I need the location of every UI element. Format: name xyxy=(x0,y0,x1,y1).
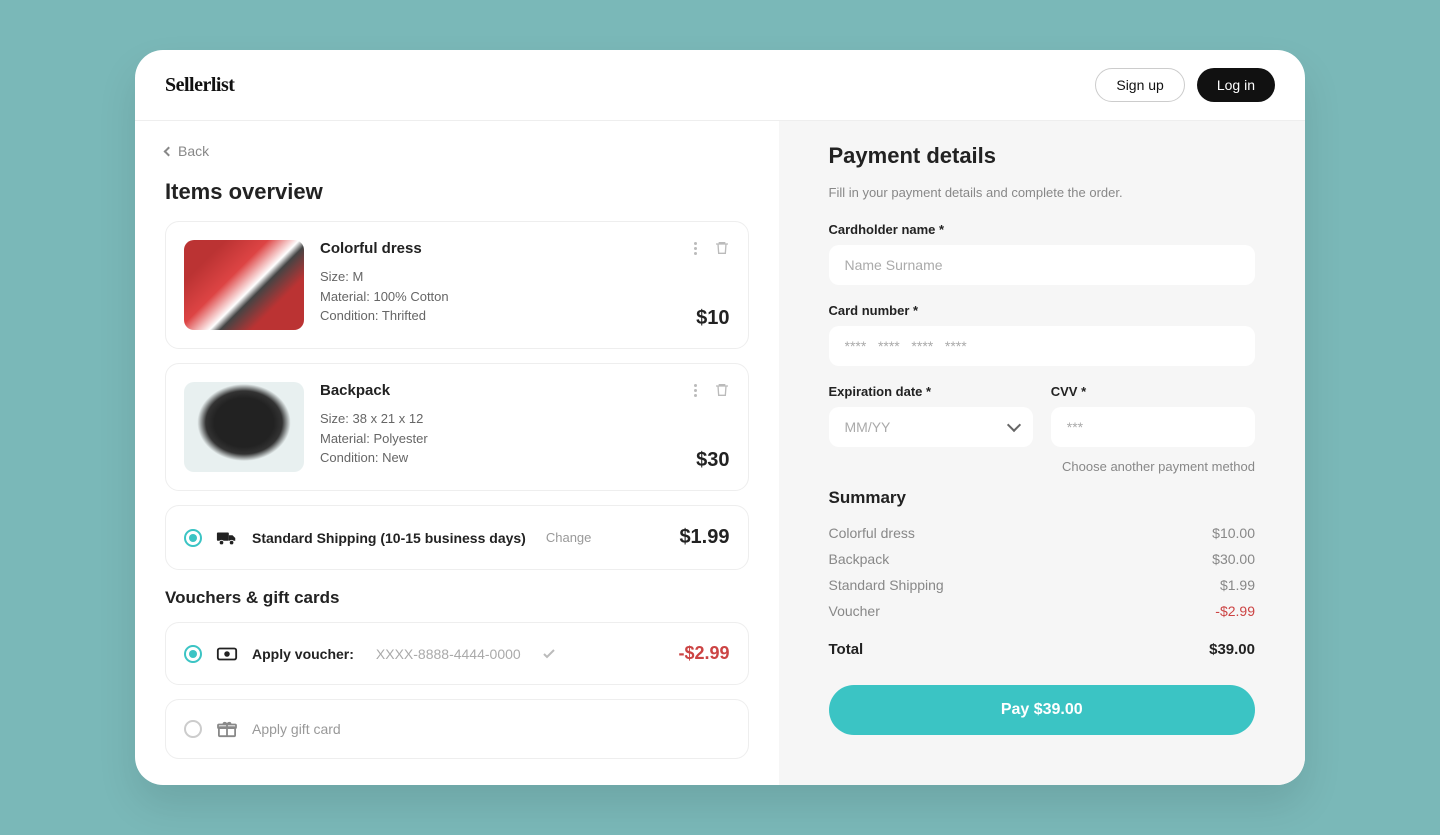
trash-icon[interactable] xyxy=(714,240,730,256)
gift-card-option[interactable]: Apply gift card xyxy=(165,699,749,759)
product-material: Material: 100% Cotton xyxy=(320,287,730,307)
item-card: Backpack Size: 38 x 21 x 12 Material: Po… xyxy=(165,363,749,491)
summary-row: Colorful dress $10.00 xyxy=(829,520,1256,546)
signup-button[interactable]: Sign up xyxy=(1095,68,1184,102)
brand-logo: Sellerlist xyxy=(165,74,234,97)
back-link[interactable]: Back xyxy=(165,143,749,159)
summary-total-value: $39.00 xyxy=(1209,641,1255,658)
product-image xyxy=(184,240,304,330)
voucher-amount: -$2.99 xyxy=(678,643,729,664)
more-icon[interactable] xyxy=(688,240,704,256)
expiry-label: Expiration date * xyxy=(829,384,1033,399)
voucher-code: XXXX-8888-4444-0000 xyxy=(376,646,521,662)
chevron-left-icon xyxy=(164,146,174,156)
item-card: Colorful dress Size: M Material: 100% Co… xyxy=(165,221,749,349)
vouchers-heading: Vouchers & gift cards xyxy=(165,588,749,608)
shipping-card[interactable]: Standard Shipping (10-15 business days) … xyxy=(165,505,749,570)
summary-row-value: -$2.99 xyxy=(1215,603,1255,619)
product-title: Colorful dress xyxy=(320,240,730,257)
summary-row-value: $10.00 xyxy=(1212,525,1255,541)
radio-checked-icon[interactable] xyxy=(184,645,202,663)
product-size: Size: M xyxy=(320,267,730,287)
summary-row: Backpack $30.00 xyxy=(829,546,1256,572)
items-heading: Items overview xyxy=(165,179,749,205)
summary-row-label: Colorful dress xyxy=(829,525,915,541)
login-button[interactable]: Log in xyxy=(1197,68,1275,102)
cardnumber-label: Card number * xyxy=(829,303,1256,318)
summary-row-label: Standard Shipping xyxy=(829,577,944,593)
alt-payment-link[interactable]: Choose another payment method xyxy=(829,459,1256,474)
cvv-label: CVV * xyxy=(1051,384,1255,399)
radio-unchecked-icon[interactable] xyxy=(184,720,202,738)
back-label: Back xyxy=(178,143,209,159)
cardholder-label: Cardholder name * xyxy=(829,222,1256,237)
product-price: $10 xyxy=(696,307,729,330)
voucher-label: Apply voucher: xyxy=(252,646,354,662)
summary-row-value: $1.99 xyxy=(1220,577,1255,593)
payment-heading: Payment details xyxy=(829,143,1256,169)
summary-row-label: Backpack xyxy=(829,551,890,567)
product-condition: Condition: Thrifted xyxy=(320,306,730,326)
gift-icon xyxy=(216,720,238,738)
more-icon[interactable] xyxy=(688,382,704,398)
summary-row: Standard Shipping $1.99 xyxy=(829,572,1256,598)
product-title: Backpack xyxy=(320,382,730,399)
payment-subtitle: Fill in your payment details and complet… xyxy=(829,185,1256,200)
summary-total-label: Total xyxy=(829,641,864,658)
change-shipping-link[interactable]: Change xyxy=(546,530,592,545)
product-image xyxy=(184,382,304,472)
cvv-input[interactable] xyxy=(1051,407,1255,447)
product-price: $30 xyxy=(696,449,729,472)
cardnumber-input[interactable] xyxy=(829,326,1256,366)
shipping-label: Standard Shipping (10-15 business days) xyxy=(252,530,526,546)
summary-heading: Summary xyxy=(829,488,1256,508)
summary-row: Voucher -$2.99 xyxy=(829,598,1256,624)
truck-icon xyxy=(216,529,238,547)
product-condition: Condition: New xyxy=(320,448,730,468)
expiry-select[interactable] xyxy=(829,407,1033,447)
cardholder-input[interactable] xyxy=(829,245,1256,285)
product-size: Size: 38 x 21 x 12 xyxy=(320,409,730,429)
voucher-card[interactable]: Apply voucher: XXXX-8888-4444-0000 -$2.9… xyxy=(165,622,749,685)
ticket-icon xyxy=(216,645,238,663)
pay-button[interactable]: Pay $39.00 xyxy=(829,685,1256,735)
summary-row-value: $30.00 xyxy=(1212,551,1255,567)
summary-row-label: Voucher xyxy=(829,603,880,619)
gift-label: Apply gift card xyxy=(252,721,341,737)
radio-checked-icon[interactable] xyxy=(184,529,202,547)
trash-icon[interactable] xyxy=(714,382,730,398)
summary-total: Total $39.00 xyxy=(829,630,1256,663)
shipping-price: $1.99 xyxy=(679,526,729,549)
product-material: Material: Polyester xyxy=(320,429,730,449)
check-icon xyxy=(541,646,557,662)
